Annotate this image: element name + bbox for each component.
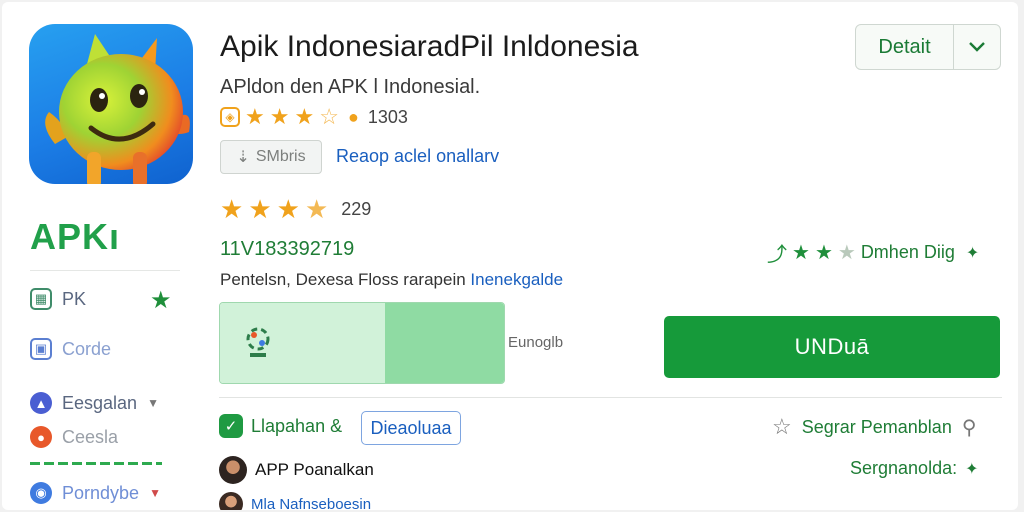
description: Pentelsn, Dexesa Floss rarapein Inenekga… [220,270,563,290]
reviewer-name: APP Poanalkan [255,460,374,479]
category-tag[interactable]: Dieaoluaa [361,411,461,445]
star-empty-icon: ★ [837,241,856,264]
bell-icon: ▲ [30,392,52,414]
version-code: 11V183392719 [220,238,355,260]
rating-row-2: ★ ★ ★ ★ 229 [220,194,372,224]
star-action[interactable]: ☆ Segrar Pemanblan ⚲ [772,414,976,440]
section-divider [219,397,1002,398]
avatar [219,492,243,510]
sparkle-icon: ✦ [965,460,979,478]
description-link[interactable]: Inenekgalde [470,270,563,289]
progress-text: Eunoglb [508,334,564,351]
share-icon[interactable]: ⤴ [767,238,787,267]
description-text: Pentelsn, Dexesa Floss rarapein [220,270,466,289]
badge-icon: ◈ [220,107,240,127]
green-action[interactable]: Sergnanolda: ✦ [850,458,979,479]
star-icon: ★ [248,194,272,224]
star-action-label: Segrar Pemanblan [801,416,952,437]
mini-app-icon [244,325,272,366]
chevron-down-icon[interactable]: ▼ [147,396,159,410]
sidebar-item-label: Porndybe [62,482,140,503]
review-item[interactable]: APP Poanalkan [219,456,374,484]
sidebar-item-label: PK [62,288,87,309]
sidebar-item-label: Eesgalan [62,392,138,413]
apk-badge: APKı [30,216,121,257]
avatar [219,456,247,484]
grid-icon: ▦ [30,288,52,310]
users-icon: ● [347,106,359,127]
review-item[interactable]: Mla Nafnseboesin [219,492,371,510]
sidebar-item-label: Ceesla [62,426,119,447]
reviewer-name: Mla Nafnseboesin [251,495,372,511]
detail-label: Detait [856,25,954,69]
sidebar-progress [30,462,162,465]
mascot-icon [45,34,190,184]
check-label: Llapahan & [251,415,343,436]
star-icon: ★ [220,194,244,224]
star-icon: ★ [276,194,300,224]
star-icon: ★ [269,104,290,129]
check-badge-icon: ✓ [219,414,243,438]
star-outline-icon: ☆ [772,414,792,439]
search-icon[interactable]: ⚲ [962,415,977,440]
check-action[interactable]: ✓ Llapahan & [219,414,342,438]
detail-dropdown-button[interactable]: Detait [855,24,1001,70]
app-subtitle: APldon den APK l Indonesial. [220,76,481,98]
star-half-icon: ☆ [319,104,339,129]
download-button[interactable]: UNDuā [664,316,1000,378]
chevron-down-icon[interactable] [954,25,1000,69]
app-icon[interactable] [29,24,193,184]
right-rating-label: Dmhen Diig [860,242,955,262]
sidebar-item-porndybe[interactable]: ◉ Porndybe ▼ [30,482,161,504]
app-title: Apik IndonesiaradPil Inldonesia [220,30,639,63]
size-chip[interactable]: ⇣ SMbris [220,140,322,174]
star-half-icon: ★ [304,194,329,224]
rating-row: ◈ ★ ★ ★ ☆ ● 1303 [220,106,408,128]
progress-strong-fill [384,303,504,383]
sidebar-divider [30,270,180,271]
favorite-star-icon[interactable]: ★ [150,286,172,315]
sidebar-item-eesgalan[interactable]: ▲ Eesgalan ▼ [30,392,159,414]
sidebar-item-ceesla[interactable]: ● Ceesla [30,426,118,448]
size-link[interactable]: Reaop aclel onallarv [336,146,499,167]
app-card: Apik IndonesiaradPil Inldonesia APldon d… [2,2,1018,510]
size-label: SMbris [255,148,306,165]
sidebar-item-corde[interactable]: ▣ Corde [30,338,111,360]
sparkle-icon: ✦ [965,244,980,262]
star-icon: ★ [294,104,315,129]
chevron-down-icon[interactable]: ▼ [149,486,161,500]
globe-icon: ◉ [30,482,52,504]
download-progress [219,302,505,384]
sidebar-item-pk[interactable]: ▦ PK [30,288,86,310]
green-action-label: Sergnanolda: [850,458,958,478]
download-small-icon: ⇣ [236,149,250,166]
rating-count: 1303 [367,106,408,127]
window-icon: ▣ [30,338,52,360]
circle-icon: ● [30,426,52,448]
sidebar-item-label: Corde [62,338,112,359]
star-icon: ★ [245,104,265,129]
star-icon: ★ [792,241,810,264]
star-icon: ★ [814,241,833,264]
rating-count-2: 229 [341,198,372,219]
right-rating-row: ⤴ ★ ★ ★ Dmhen Diig ✦ [767,238,979,267]
